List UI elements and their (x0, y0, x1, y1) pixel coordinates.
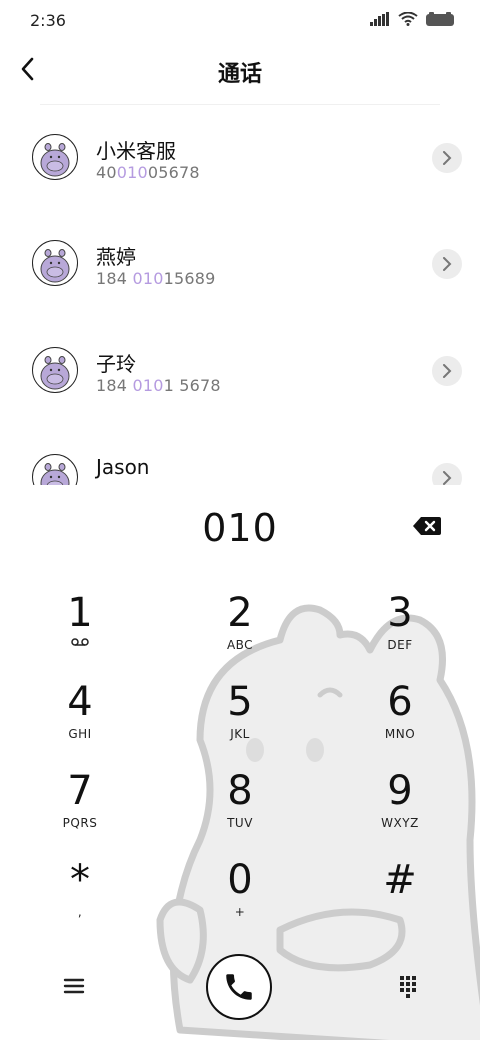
header: 通话 (0, 44, 480, 96)
wifi-icon (398, 12, 418, 26)
key-9[interactable]: 9 WXYZ (340, 768, 460, 848)
key-5[interactable]: 5 JKL (180, 679, 300, 759)
hippo-avatar-icon (40, 356, 70, 390)
hippo-avatar-icon (40, 463, 70, 485)
backspace-button[interactable] (412, 515, 442, 537)
key-0[interactable]: 0 + (180, 857, 300, 937)
contact-number: 184 0101 5678 (96, 376, 221, 395)
signal-icon (370, 12, 389, 26)
contact-detail-button[interactable] (432, 356, 462, 386)
backspace-icon (413, 517, 441, 535)
chevron-right-icon (443, 471, 452, 485)
key-6[interactable]: 6 MNO (340, 679, 460, 759)
menu-icon (63, 978, 85, 994)
battery-icon (426, 12, 454, 26)
contact-detail-button[interactable] (432, 143, 462, 173)
status-bar: 2:36 (0, 0, 480, 40)
chevron-right-icon (443, 257, 452, 271)
key-star[interactable]: * , (20, 857, 140, 937)
key-4[interactable]: 4 GHI (20, 679, 140, 759)
key-3[interactable]: 3 DEF (340, 590, 460, 670)
contact-row[interactable]: Jason (0, 425, 480, 485)
keypad-toggle-button[interactable] (394, 972, 422, 1000)
key-2[interactable]: 2 ABC (180, 590, 300, 670)
call-button[interactable] (206, 954, 272, 1020)
contact-name: 子玲 (96, 352, 136, 376)
key-1[interactable]: 1 (20, 590, 140, 670)
page-title: 通话 (217, 62, 262, 87)
dial-input-display: 010 (202, 506, 278, 550)
chevron-right-icon (443, 364, 452, 378)
contact-name: Jason (96, 455, 150, 479)
phone-icon (226, 974, 252, 1000)
dialer-bottom-bar (0, 950, 480, 1030)
contact-detail-button[interactable] (432, 249, 462, 279)
contact-row[interactable]: 小米客服 4001005678 (0, 105, 480, 205)
contact-number: 184 01015689 (96, 269, 216, 288)
contact-list: 小米客服 4001005678 燕婷 184 01015689 子玲 184 0… (0, 105, 480, 485)
key-hash[interactable]: # (340, 857, 460, 937)
contact-avatar (32, 454, 78, 485)
hippo-avatar-icon (40, 143, 70, 177)
key-8[interactable]: 8 TUV (180, 768, 300, 848)
contact-avatar (32, 134, 78, 180)
contact-name: 燕婷 (96, 245, 136, 269)
contact-detail-button[interactable] (432, 463, 462, 485)
key-7[interactable]: 7 PQRS (20, 768, 140, 848)
contact-avatar (32, 240, 78, 286)
status-time: 2:36 (30, 11, 66, 30)
chevron-right-icon (443, 151, 452, 165)
contact-row[interactable]: 燕婷 184 01015689 (0, 211, 480, 311)
phone-dialer-screen: 2:36 通话 小米客服 4001005678 燕婷 184 01015689 … (0, 0, 480, 1040)
keypad-icon (400, 976, 416, 998)
contact-row[interactable]: 子玲 184 0101 5678 (0, 318, 480, 418)
contact-name: 小米客服 (96, 139, 176, 163)
menu-button[interactable] (60, 972, 88, 1000)
contact-number: 4001005678 (96, 163, 200, 182)
status-icons (370, 12, 456, 26)
voicemail-icon (71, 638, 89, 646)
hippo-avatar-icon (40, 249, 70, 283)
contact-avatar (32, 347, 78, 393)
